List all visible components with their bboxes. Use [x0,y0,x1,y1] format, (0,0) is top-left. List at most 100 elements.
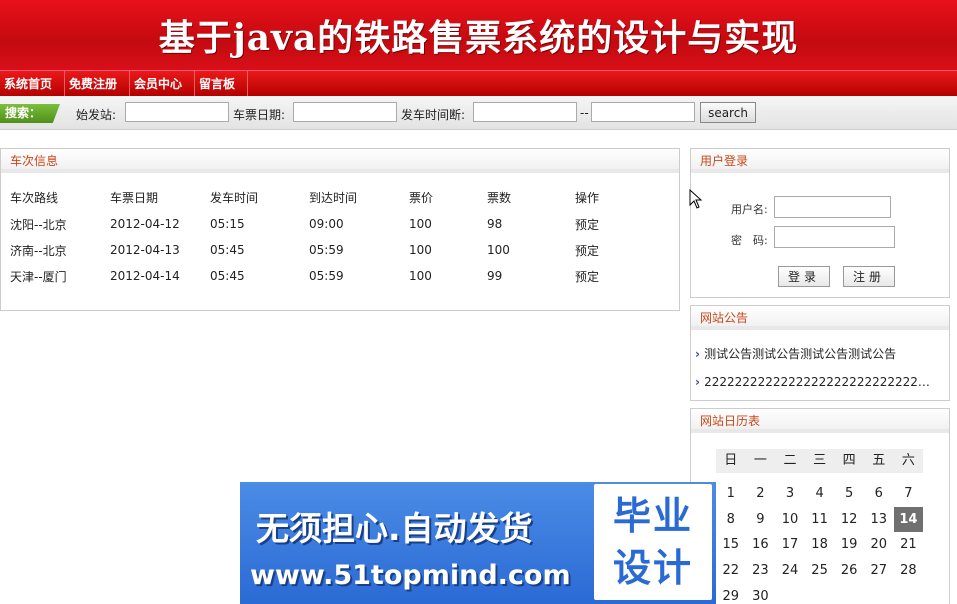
calendar-day[interactable]: 18 [805,532,835,558]
cell-route: 天津--厦门 [10,269,67,284]
calendar-title: 网站日历表 [691,409,949,433]
calendar-day[interactable]: 15 [716,532,746,558]
calendar-spacer [894,473,924,481]
calendar-day[interactable]: 17 [775,532,805,558]
ticket-date-input[interactable] [293,102,397,122]
notice-item[interactable]: 2222222222222222222222222222222222 [695,368,935,396]
cell-count: 99 [487,269,503,283]
calendar-day[interactable]: 3 [775,481,805,507]
mouse-cursor-icon [689,189,703,209]
calendar-day[interactable]: 9 [746,507,776,533]
calendar-day[interactable]: 4 [805,481,835,507]
promo-badge-line-2: 设计 [612,546,693,590]
calendar-grid: 日一二三四五六 1 2 3 4 5 6 7 8 9 10 11 12 13 14 15 16 17 18 19 20 21… [716,449,924,604]
username-input[interactable] [774,196,891,218]
nav-message-board[interactable]: 留言板 [195,70,249,97]
weekday-header: 日 [716,449,746,473]
calendar-day[interactable]: 24 [775,558,805,584]
login-button[interactable]: 登录 [778,266,830,287]
calendar-day[interactable]: 11 [805,507,835,533]
calendar-day[interactable]: 16 [746,532,776,558]
calendar-day[interactable]: 12 [834,507,864,533]
promo-url: www.51topmind.com [250,560,571,591]
notice-list: 测试公告测试公告测试公告测试公告 22222222222222222222222… [691,330,949,396]
calendar-panel: 网站日历表 日一二三四五六 1 2 3 4 5 6 7 8 9 10 11 12 13 14 15 16 17 18… [690,408,950,604]
col-header-depart: 发车时间 [210,190,259,205]
calendar-day[interactable]: 26 [834,558,864,584]
password-input[interactable] [774,226,895,248]
cell-arrive: 05:59 [309,269,344,283]
calendar-day[interactable]: 23 [746,558,776,584]
notice-title: 网站公告 [691,306,949,330]
notice-panel: 网站公告 测试公告测试公告测试公告测试公告 222222222222222222… [690,305,950,401]
cell-date: 2012-04-13 [110,243,180,257]
calendar-day[interactable]: 14 [893,506,924,533]
calendar-day[interactable]: 27 [864,558,894,584]
promo-badge-line-1: 毕业 [612,494,693,538]
cell-arrive: 09:00 [309,217,344,231]
login-title: 用户登录 [691,149,949,173]
nav-home[interactable]: 系统首页 [0,70,66,97]
calendar-day[interactable]: 2 [746,481,776,507]
nav-member-center[interactable]: 会员中心 [130,70,196,97]
table-row: 济南--北京 2012-04-13 05:45 05:59 100 100 预定 [10,237,635,263]
col-header-arrive: 到达时间 [309,190,358,205]
cell-depart: 05:45 [210,243,245,257]
promo-line-1: 无须担心.自动发货 [256,509,533,548]
weekday-header: 四 [834,449,864,473]
weekday-header: 一 [745,449,776,473]
cell-date: 2012-04-14 [110,269,180,283]
username-label: 用户名: [731,203,768,216]
cell-depart: 05:15 [210,217,245,231]
search-tag: 搜索： [0,104,60,123]
search-bar: 搜索： 始发站: 车票日期: 发车时间断: -- search [0,96,957,130]
promo-badge: 毕业 设计 [594,484,712,600]
calendar-day[interactable]: 28 [894,558,924,584]
cell-price: 100 [409,269,432,283]
cell-price: 100 [409,217,432,231]
calendar-day[interactable]: 6 [864,481,894,507]
calendar-day[interactable]: 22 [716,558,746,584]
calendar-day[interactable]: 10 [775,507,805,533]
depart-time-from-input[interactable] [473,102,577,122]
start-station-input[interactable] [125,102,229,122]
nav-register[interactable]: 免费注册 [65,70,131,97]
site-banner: 基于java的铁路售票系统的设计与实现 [0,0,957,70]
promo-banner[interactable]: 无须担心.自动发货 www.51topmind.com 毕业 设计 [240,482,716,604]
depart-time-label: 发车时间断: [401,108,466,122]
calendar-day[interactable]: 21 [894,532,924,558]
ticket-date-label: 车票日期: [233,108,286,122]
calendar-spacer [746,473,776,481]
site-title: 基于java的铁路售票系统的设计与实现 [158,17,799,59]
calendar-day[interactable]: 8 [716,507,746,533]
search-button[interactable]: search [700,102,756,123]
calendar-spacer [864,473,894,481]
cell-price: 100 [409,243,432,257]
book-link[interactable]: 预定 [575,211,635,237]
calendar-day[interactable]: 25 [805,558,835,584]
book-link[interactable]: 预定 [575,263,635,289]
weekday-header: 六 [893,449,924,473]
depart-time-to-input[interactable] [591,102,695,122]
calendar-day[interactable]: 1 [716,481,746,507]
calendar-spacer [775,473,805,481]
cell-route: 济南--北京 [10,243,67,258]
calendar-day[interactable]: 30 [746,584,776,604]
calendar-day[interactable]: 29 [716,584,746,604]
table-row: 沈阳--北京 2012-04-12 05:15 09:00 100 98 预定 [10,211,635,237]
cell-depart: 05:45 [210,269,245,283]
book-link[interactable]: 预定 [575,237,635,263]
cell-date: 2012-04-12 [110,217,180,231]
register-button[interactable]: 注册 [843,266,895,287]
weekday-header: 二 [775,449,805,473]
login-panel: 用户登录 用户名: 密 码: 登录 注册 [690,148,950,298]
calendar-spacer [834,473,864,481]
train-table: 车次路线 车票日期 发车时间 到达时间 票价 票数 操作 沈阳--北京 2012… [10,183,635,289]
calendar-day[interactable]: 7 [894,481,924,507]
calendar-day[interactable]: 20 [864,532,894,558]
calendar-day[interactable]: 13 [864,507,894,533]
calendar-day[interactable]: 5 [834,481,864,507]
calendar-day[interactable]: 19 [834,532,864,558]
notice-item[interactable]: 测试公告测试公告测试公告测试公告 [695,340,935,368]
train-info-title: 车次信息 [1,149,679,173]
